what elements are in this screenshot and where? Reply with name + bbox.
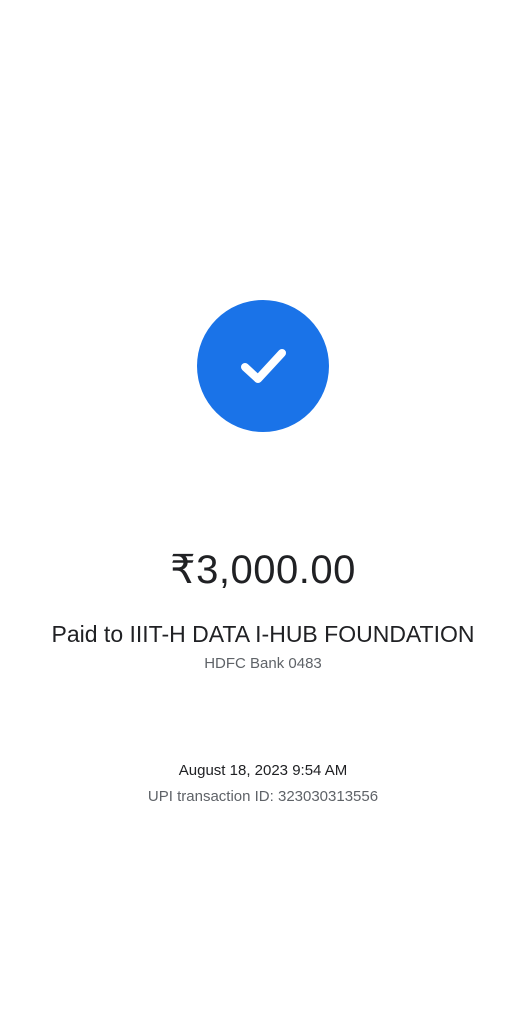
upi-transaction-id: UPI transaction ID: 323030313556 (147, 788, 379, 805)
bank-account-line: HDFC Bank 0483 (204, 655, 322, 672)
payment-success-screen: ₹3,000.00 Paid to IIIT-H DATA I-HUB FOUN… (0, 0, 526, 1024)
success-check-badge (197, 300, 329, 432)
transaction-datetime: August 18, 2023 9:54 AM (178, 762, 348, 779)
payment-amount: ₹3,000.00 (170, 548, 356, 592)
payee-line: Paid to IIIT-H DATA I-HUB FOUNDATION (51, 621, 475, 647)
check-icon (241, 349, 286, 383)
